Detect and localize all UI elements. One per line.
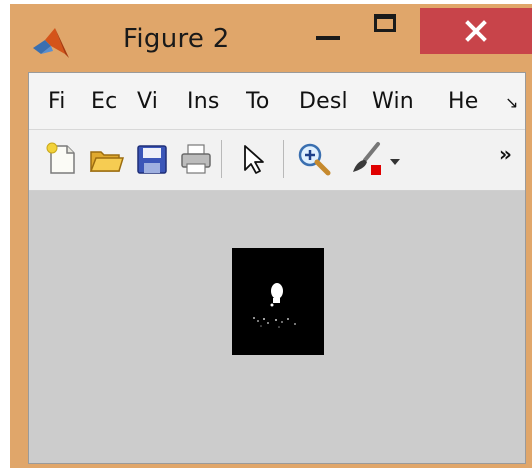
binary-image — [232, 248, 324, 355]
menu-item-window[interactable]: Win — [372, 89, 424, 115]
menu-overflow-arrow-icon[interactable]: ↘ — [505, 93, 518, 112]
brush-icon[interactable] — [347, 140, 385, 178]
brush-color-swatch — [371, 165, 381, 175]
dropdown-arrow-icon[interactable] — [385, 140, 405, 178]
toolbar-overflow-chevrons-icon[interactable]: » — [499, 142, 512, 166]
close-button[interactable] — [420, 8, 532, 54]
figure-toolbar: » — [29, 130, 525, 191]
minimize-button[interactable] — [304, 8, 352, 54]
menu-item-help[interactable]: He — [448, 89, 488, 115]
title-bar[interactable]: Figure 2 — [10, 4, 532, 68]
save-icon[interactable] — [133, 140, 171, 178]
matlab-logo-icon — [31, 24, 71, 64]
figure-client-area: Fi Ec Vi Ins To Desl Win He ↘ » — [28, 72, 526, 464]
menu-item-tools[interactable]: To — [246, 89, 282, 115]
minimize-icon — [316, 36, 340, 40]
pointer-icon[interactable] — [235, 140, 273, 178]
toolbar-separator — [221, 140, 222, 178]
new-figure-icon[interactable] — [43, 140, 81, 178]
print-icon[interactable] — [177, 140, 215, 178]
zoom-in-icon[interactable] — [295, 140, 333, 178]
close-icon — [465, 20, 487, 42]
maximize-button[interactable] — [362, 8, 414, 54]
menu-item-edit[interactable]: Ec — [91, 89, 119, 115]
maximize-icon — [374, 14, 396, 32]
menu-item-desktop[interactable]: Desl — [299, 89, 357, 115]
open-file-icon[interactable] — [87, 140, 125, 178]
window-title: Figure 2 — [123, 24, 230, 54]
figure-window: Figure 2 Fi Ec Vi Ins To Desl Win He ↘ » — [10, 4, 532, 468]
image-display — [232, 248, 324, 355]
figure-canvas[interactable] — [29, 191, 525, 463]
menu-bar: Fi Ec Vi Ins To Desl Win He ↘ — [29, 73, 525, 130]
menu-item-view[interactable]: Vi — [137, 89, 169, 115]
menu-item-insert[interactable]: Ins — [187, 89, 231, 115]
menu-item-file[interactable]: Fi — [48, 89, 72, 115]
toolbar-separator — [283, 140, 284, 178]
